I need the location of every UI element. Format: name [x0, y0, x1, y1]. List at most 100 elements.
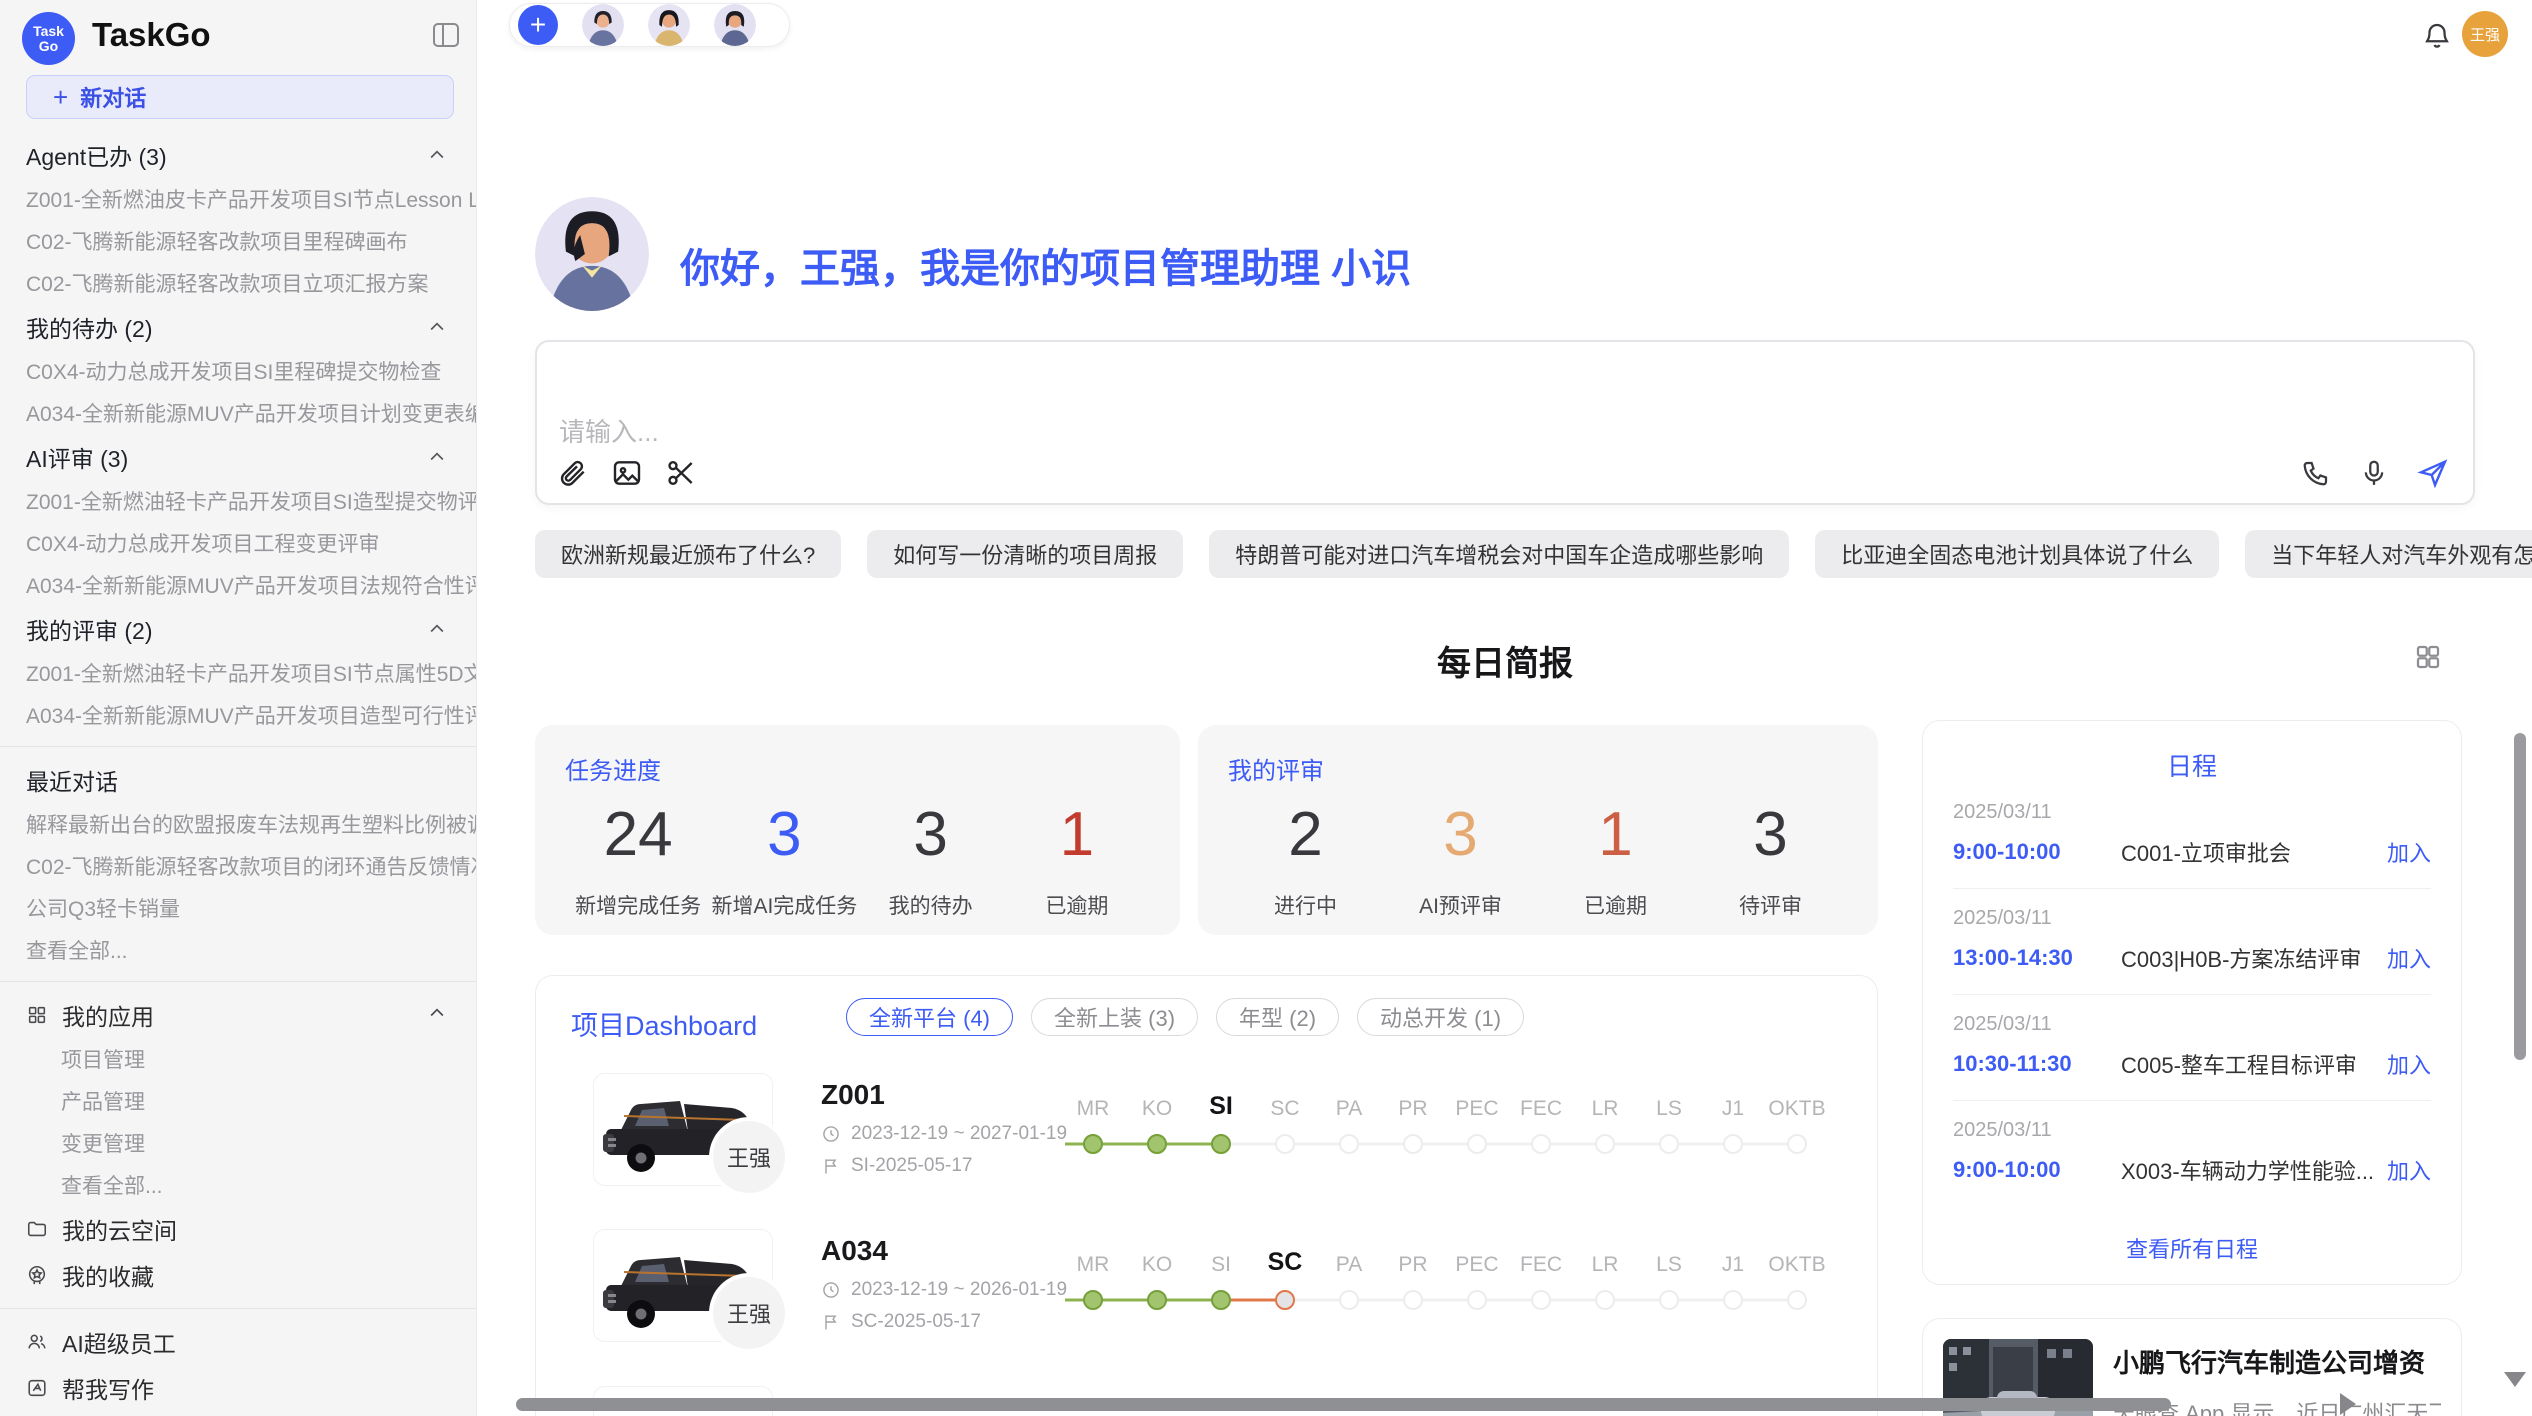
schedule-date: 2025/03/11 — [1953, 907, 2431, 930]
app-item[interactable]: 变更管理 — [26, 1122, 477, 1164]
taskgo-logo: Task Go — [22, 12, 75, 65]
sidebar-chat-item[interactable]: C0X4-动力总成开发项目工程变更评审 — [26, 522, 477, 564]
tool-item-3[interactable]: 创意制图 — [26, 1411, 477, 1416]
schedule-time: 9:00-10:00 — [1953, 839, 2121, 865]
agent-avatar-3[interactable] — [714, 4, 756, 46]
phone-icon[interactable] — [2301, 458, 2331, 488]
suggestion-chip[interactable]: 当下年轻人对汽车外观有怎样的喜好趋势 — [2245, 530, 2532, 578]
suggestion-chip[interactable]: 比亚迪全固态电池计划具体说了什么 — [1815, 530, 2219, 578]
join-link[interactable]: 加入 — [2387, 836, 2431, 868]
chevron-up-icon[interactable] — [427, 317, 447, 337]
milestone-label: FEC — [1520, 1085, 1562, 1121]
sidebar-collapse-icon[interactable] — [432, 22, 460, 48]
horizontal-scrollbar-thumb[interactable] — [516, 1398, 2171, 1411]
sidebar-chat-item[interactable]: A034-全新新能源MUV产品开发项目计划变更表编写 — [26, 392, 477, 434]
app-item[interactable]: 项目管理 — [26, 1038, 477, 1080]
chevron-up-icon[interactable] — [427, 447, 447, 467]
my-favorites-item[interactable]: 我的收藏 — [26, 1252, 477, 1298]
chevron-up-icon[interactable] — [427, 145, 447, 165]
milestone-dot — [1083, 1134, 1103, 1154]
schedule-row: 9:00-10:00X003-车辆动力学性能验...加入 — [1953, 1154, 2431, 1186]
join-link[interactable]: 加入 — [2387, 942, 2431, 974]
add-agent-button[interactable]: + — [518, 5, 558, 45]
milestone: J1 — [1701, 1085, 1765, 1159]
recent-chat-item[interactable]: C02-飞腾新能源轻客改款项目的闭环通告反馈情况 — [26, 845, 477, 887]
sidebar-section-header[interactable]: 我的评审 (2) — [26, 606, 477, 652]
sidebar-section-header[interactable]: Agent已办 (3) — [26, 132, 477, 178]
scroll-down-arrow[interactable] — [2504, 1372, 2526, 1387]
my-cloud-space-item[interactable]: 我的云空间 — [26, 1206, 477, 1252]
stat-column: 1已逾期 — [1538, 794, 1693, 920]
milestone-label: PR — [1398, 1085, 1427, 1121]
join-link[interactable]: 加入 — [2387, 1048, 2431, 1080]
image-icon[interactable] — [611, 457, 643, 489]
project-code: Z001 — [821, 1079, 885, 1111]
sidebar-chat-item[interactable]: Z001-全新燃油轻卡产品开发项目SI造型提交物评审 — [26, 480, 477, 522]
my-apps-header[interactable]: 我的应用 — [26, 992, 477, 1038]
sidebar-chat-item[interactable]: C02-飞腾新能源轻客改款项目立项汇报方案 — [26, 262, 477, 304]
schedule-row: 9:00-10:00C001-立项审批会加入 — [1953, 836, 2431, 868]
stat-label: 新增AI完成任务 — [711, 890, 857, 920]
milestone-label: LS — [1656, 1085, 1682, 1121]
notifications-bell-icon[interactable] — [2422, 20, 2452, 50]
tool-item-1[interactable]: AI超级员工 — [26, 1319, 477, 1365]
microphone-icon[interactable] — [2359, 458, 2389, 488]
tool-item-2[interactable]: 帮我写作 — [26, 1365, 477, 1411]
sidebar-chat-item[interactable]: C0X4-动力总成开发项目SI里程碑提交物检查 — [26, 350, 477, 392]
view-all-schedule-link[interactable]: 查看所有日程 — [1923, 1232, 2461, 1264]
agent-switcher: + — [509, 3, 790, 47]
schedule-card: 日程 2025/03/119:00-10:00C001-立项审批会加入2025/… — [1922, 720, 2462, 1285]
chevron-up-icon[interactable] — [427, 1003, 447, 1023]
milestone: KO — [1125, 1085, 1189, 1159]
suggestion-chip[interactable]: 欧洲新规最近颁布了什么? — [535, 530, 841, 578]
suggestion-chip[interactable]: 特朗普可能对进口汽车增税会对中国车企造成哪些影响 — [1209, 530, 1789, 578]
suggestion-chip[interactable]: 如何写一份清晰的项目周报 — [867, 530, 1183, 578]
milestone-dot — [1147, 1134, 1167, 1154]
app-title: TaskGo — [92, 16, 211, 54]
schedule-event-name: C001-立项审批会 — [2121, 836, 2387, 868]
chevron-up-icon[interactable] — [427, 619, 447, 639]
attachment-icon[interactable] — [557, 457, 589, 489]
schedule-time: 13:00-14:30 — [1953, 945, 2121, 971]
dashboard-tab[interactable]: 年型 (2) — [1216, 998, 1339, 1036]
sidebar-section-header[interactable]: 我的待办 (2) — [26, 304, 477, 350]
milestone-label: LR — [1592, 1241, 1619, 1277]
scissors-icon[interactable] — [665, 457, 697, 489]
layout-grid-icon[interactable] — [2413, 642, 2443, 672]
user-avatar[interactable]: 王强 — [2462, 11, 2508, 57]
milestone-dot — [1403, 1134, 1423, 1154]
sidebar-divider — [0, 1308, 477, 1309]
send-icon[interactable] — [2417, 457, 2449, 489]
milestone-label: PEC — [1455, 1241, 1498, 1277]
sidebar-chat-item[interactable]: Z001-全新燃油轻卡产品开发项目SI节点属性5D文件评审 — [26, 652, 477, 694]
scroll-right-arrow[interactable] — [2340, 1393, 2356, 1415]
dashboard-tab[interactable]: 全新上装 (3) — [1031, 998, 1198, 1036]
dashboard-tab[interactable]: 全新平台 (4) — [846, 998, 1013, 1036]
flag-text: SI-2025-05-17 — [851, 1155, 972, 1177]
ai-staff-icon — [26, 1331, 48, 1353]
flag-text: SC-2025-05-17 — [851, 1311, 981, 1333]
vertical-scrollbar-thumb[interactable] — [2514, 733, 2526, 1060]
milestone-label: FEC — [1520, 1241, 1562, 1277]
stat-value: 24 — [604, 794, 673, 876]
join-link[interactable]: 加入 — [2387, 1154, 2431, 1186]
stat-column: 3AI预评审 — [1383, 794, 1538, 920]
app-item[interactable]: 产品管理 — [26, 1080, 477, 1122]
schedule-item: 2025/03/119:00-10:00X003-车辆动力学性能验...加入 — [1953, 1101, 2431, 1206]
dashboard-tab[interactable]: 动总开发 (1) — [1357, 998, 1524, 1036]
sidebar-chat-item[interactable]: Z001-全新燃油皮卡产品开发项目SI节点Lesson Learn报告 — [26, 178, 477, 220]
agent-avatar-2[interactable] — [648, 4, 690, 46]
new-chat-button[interactable]: + 新对话 — [26, 75, 454, 119]
apps-view-all-link[interactable]: 查看全部... — [26, 1164, 477, 1206]
recent-view-all-link[interactable]: 查看全部... — [26, 929, 477, 971]
recent-chat-item[interactable]: 解释最新出台的欧盟报废车法规再生塑料比例被调至15%... — [26, 803, 477, 845]
sidebar-chat-item[interactable]: A034-全新新能源MUV产品开发项目造型可行性评审 — [26, 694, 477, 736]
sidebar-section-header[interactable]: AI评审 (3) — [26, 434, 477, 480]
chat-input-box[interactable]: 请输入... — [535, 340, 2475, 505]
sidebar-chat-item[interactable]: C02-飞腾新能源轻客改款项目里程碑画布 — [26, 220, 477, 262]
agent-avatar-1[interactable] — [582, 4, 624, 46]
daily-briefing-header: 每日简报 — [535, 636, 2475, 678]
news-title: 小鹏飞行汽车制造公司增资 — [2113, 1343, 2441, 1380]
sidebar-chat-item[interactable]: A034-全新新能源MUV产品开发项目法规符合性评审 — [26, 564, 477, 606]
recent-chat-item[interactable]: 公司Q3轻卡销量 — [26, 887, 477, 929]
